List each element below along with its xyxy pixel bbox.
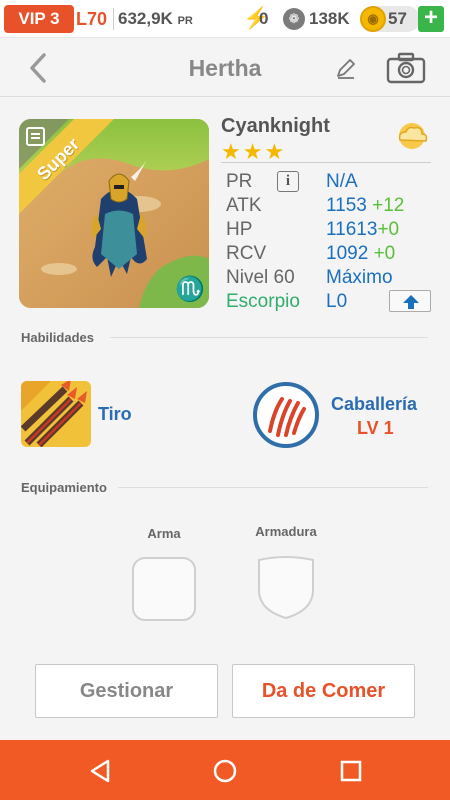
coin-icon: ◉	[360, 6, 386, 32]
stat-value-pr: N/A	[326, 171, 358, 192]
rcv-bonus: +0	[373, 243, 396, 264]
stat-label-pr: PR	[226, 171, 253, 192]
stat-value-atk: 1153 +12	[326, 195, 404, 217]
food-value: 138K	[309, 9, 350, 28]
status-bar: VIP 3 L70 632,9K PR ⚡ 0 ❁ 138K ◉ 57 +	[0, 0, 450, 38]
up-arrow-icon	[403, 295, 419, 309]
skills-section-title: Habilidades	[21, 330, 94, 345]
armor-slot-label: Armadura	[255, 524, 317, 539]
coin-value: 57	[388, 9, 407, 28]
recents-square-icon[interactable]	[337, 757, 365, 785]
power-value: 632,9K PR	[118, 5, 193, 33]
camera-icon[interactable]	[386, 52, 426, 84]
monster-name: Cyanknight	[221, 115, 330, 137]
add-coins-button[interactable]: +	[418, 6, 444, 32]
stat-label-level: Nivel 60	[226, 267, 295, 288]
stat-label-zodiac: Escorpio	[226, 291, 300, 312]
stat-label-atk: ATK	[226, 195, 262, 216]
system-nav-bar	[0, 740, 450, 800]
feed-button[interactable]: Da de Comer	[232, 664, 415, 718]
rcv-value: 1092	[326, 243, 369, 264]
vip-badge[interactable]: VIP 3	[4, 5, 74, 33]
skill-tiro-name[interactable]: Tiro	[98, 404, 132, 425]
arrows-icon	[21, 381, 91, 447]
info-icon[interactable]: i	[277, 171, 299, 192]
document-icon	[26, 127, 45, 146]
manage-button[interactable]: Gestionar	[35, 664, 218, 718]
stat-value-zodiac: L0	[326, 291, 348, 312]
atk-value: 1153	[326, 195, 367, 216]
stat-label-rcv: RCV	[226, 243, 267, 264]
divider	[118, 487, 428, 488]
energy-value: 0	[259, 9, 269, 28]
element-cloud-icon[interactable]	[392, 120, 432, 152]
divider	[113, 8, 114, 30]
power-unit: PR	[177, 15, 193, 27]
zodiac-upgrade-button[interactable]	[389, 290, 431, 312]
back-triangle-icon[interactable]	[86, 757, 114, 785]
power-number: 632,9K	[118, 9, 173, 28]
stat-value-level: Máximo	[326, 267, 393, 288]
hp-bonus: +0	[377, 219, 400, 240]
atk-bonus: +12	[372, 195, 405, 216]
page-title: Hertha	[188, 55, 262, 81]
hp-value: 11613	[326, 219, 378, 240]
equipment-section-title: Equipamiento	[21, 480, 107, 495]
stat-value-rcv: 1092 +0	[326, 243, 395, 265]
edit-pencil-icon[interactable]	[333, 55, 359, 81]
skill-cavalry-level: LV 1	[357, 418, 394, 438]
player-level: L70	[76, 9, 108, 29]
header: Hertha	[0, 39, 450, 97]
stat-label-hp: HP	[226, 219, 253, 240]
coin-counter[interactable]: ◉ 57	[360, 6, 420, 32]
weapon-slot-label: Arma	[147, 526, 181, 541]
scorpio-sign-icon: ♏	[175, 276, 205, 303]
stat-value-hp: 11613+0	[326, 219, 399, 241]
monster-portrait[interactable]: Super ♏	[19, 119, 209, 308]
skill-cavalry-name[interactable]: Caballería	[331, 394, 417, 415]
armor-slot[interactable]	[253, 554, 319, 620]
home-circle-icon[interactable]	[211, 757, 239, 785]
cavalry-claw-icon[interactable]	[252, 381, 320, 449]
skill-tiro-icon[interactable]	[21, 381, 91, 447]
paw-icon: ❁	[283, 8, 305, 30]
divider	[110, 337, 428, 338]
weapon-slot[interactable]	[131, 556, 197, 622]
divider	[221, 162, 431, 163]
